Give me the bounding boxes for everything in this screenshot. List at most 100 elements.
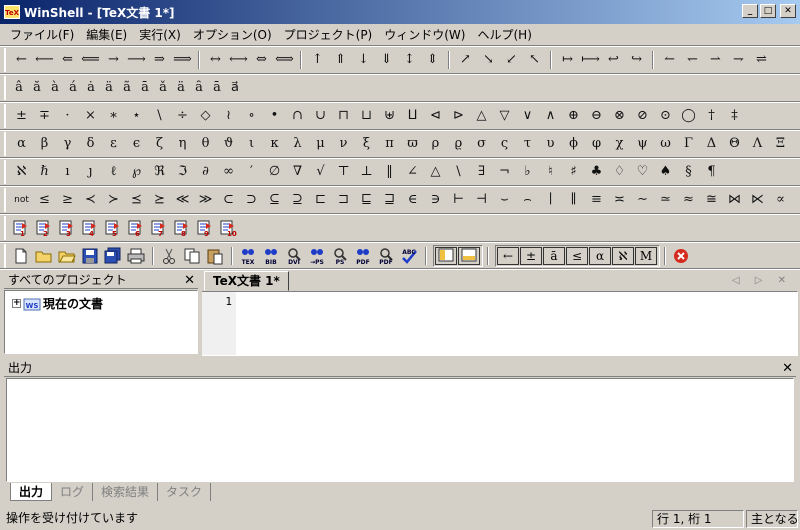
symbol-button[interactable]: ≀ xyxy=(217,106,240,126)
symbol-button[interactable]: ι xyxy=(240,134,263,154)
symbol-button[interactable]: ℵ xyxy=(10,162,33,182)
symbol-button[interactable]: ⟺ xyxy=(273,50,296,70)
symbol-button[interactable]: ♯ xyxy=(562,162,585,182)
symbol-button[interactable]: ∧ xyxy=(539,106,562,126)
symbol-button[interactable]: ψ xyxy=(631,134,654,154)
symbol-button[interactable]: · xyxy=(56,106,79,126)
symbol-toolbar-toggle[interactable]: ℵ xyxy=(612,247,634,265)
symbol-button[interactable]: ă xyxy=(28,78,46,98)
symbol-button[interactable]: ↕ xyxy=(398,50,421,70)
symbol-button[interactable]: ↗ xyxy=(454,50,477,70)
open-folder-icon[interactable] xyxy=(33,246,55,266)
symbol-button[interactable]: ∼ xyxy=(631,190,654,210)
symbol-button[interactable]: ℓ xyxy=(102,162,125,182)
symbol-button[interactable]: ⊐ xyxy=(332,190,355,210)
symbol-button[interactable]: ∋ xyxy=(424,190,447,210)
symbol-button[interactable]: ∣ xyxy=(539,190,562,210)
menu-window[interactable]: ウィンドウ(W) xyxy=(378,26,471,43)
symbol-button[interactable]: ↑ xyxy=(306,50,329,70)
symbol-button[interactable]: κ xyxy=(263,134,286,154)
run-command-icon[interactable]: 3 xyxy=(56,218,78,238)
symbol-button[interactable]: ∅ xyxy=(263,162,286,182)
project-panel-close-button[interactable]: ✕ xyxy=(184,272,195,289)
paste-icon[interactable] xyxy=(204,246,226,266)
symbol-button[interactable]: ǎ xyxy=(154,78,172,98)
symbol-button[interactable]: φ xyxy=(585,134,608,154)
symbol-button[interactable]: → xyxy=(102,50,125,70)
symbol-button[interactable]: ◇ xyxy=(194,106,217,126)
symbol-button[interactable]: Δ xyxy=(700,134,723,154)
copy-icon[interactable] xyxy=(181,246,203,266)
symbol-button[interactable]: ≅ xyxy=(700,190,723,210)
symbol-button[interactable]: ↪ xyxy=(625,50,648,70)
menu-file[interactable]: ファイル(F) xyxy=(4,26,80,43)
symbol-button[interactable]: θ xyxy=(194,134,217,154)
symbol-button[interactable]: ⟸ xyxy=(79,50,102,70)
symbol-button[interactable]: ♢ xyxy=(608,162,631,182)
symbol-button[interactable]: ≃ xyxy=(654,190,677,210)
symbol-button[interactable]: λ xyxy=(286,134,309,154)
symbol-button[interactable]: ≤ xyxy=(33,190,56,210)
symbol-button[interactable]: ↦ xyxy=(556,50,579,70)
symbol-button[interactable]: ∃ xyxy=(470,162,493,182)
symbol-button[interactable]: not xyxy=(10,190,33,210)
run-command-icon[interactable]: 5 xyxy=(102,218,124,238)
symbol-button[interactable]: ȃ xyxy=(190,78,208,98)
symbol-button[interactable]: \ xyxy=(447,162,470,182)
tab-navigation[interactable]: ◁ ▷ ✕ xyxy=(732,275,792,286)
symbol-button[interactable]: ȧ xyxy=(82,78,100,98)
symbol-button[interactable]: Γ xyxy=(677,134,700,154)
symbol-button[interactable]: ⟷ xyxy=(227,50,250,70)
symbol-button[interactable]: ⌢ xyxy=(516,190,539,210)
menu-run[interactable]: 実行(X) xyxy=(133,26,187,43)
project-tree-item[interactable]: + WS 現在の文書 xyxy=(12,295,103,312)
symbol-button[interactable]: ≪ xyxy=(171,190,194,210)
symbol-button[interactable]: ⊖ xyxy=(585,106,608,126)
symbol-button[interactable]: ⊲ xyxy=(424,106,447,126)
symbol-button[interactable]: ⊤ xyxy=(332,162,355,182)
output-panel-close-button[interactable]: ✕ xyxy=(782,360,793,377)
symbol-button[interactable]: ⊣ xyxy=(470,190,493,210)
minimize-button[interactable]: _ xyxy=(742,4,758,18)
save-icon[interactable] xyxy=(79,246,101,266)
symbol-button[interactable]: ⊢ xyxy=(447,190,470,210)
symbol-button[interactable]: ⇐ xyxy=(56,50,79,70)
symbol-button[interactable]: ′ xyxy=(240,162,263,182)
run-command-icon[interactable]: 8 xyxy=(171,218,193,238)
symbol-button[interactable]: ‡ xyxy=(723,106,746,126)
symbol-button[interactable]: ÷ xyxy=(171,106,194,126)
run-command-icon[interactable]: 6 xyxy=(125,218,147,238)
run-command-icon[interactable]: 9 xyxy=(194,218,216,238)
project-panel-toggle-icon[interactable] xyxy=(435,247,457,265)
symbol-button[interactable]: ‖ xyxy=(378,162,401,182)
new-file-icon[interactable] xyxy=(10,246,32,266)
expand-icon[interactable]: + xyxy=(12,299,21,308)
symbol-button[interactable]: χ xyxy=(608,134,631,154)
symbol-button[interactable]: √ xyxy=(309,162,332,182)
ps-view-icon[interactable]: PS xyxy=(329,246,351,266)
print-icon[interactable] xyxy=(125,246,147,266)
symbol-button[interactable]: ▽ xyxy=(493,106,516,126)
symbol-toolbar-toggle[interactable]: M xyxy=(635,247,657,265)
symbol-button[interactable]: † xyxy=(700,106,723,126)
symbol-button[interactable]: ≈ xyxy=(677,190,700,210)
symbol-button[interactable]: ⊘ xyxy=(631,106,654,126)
symbol-button[interactable]: ♣ xyxy=(585,162,608,182)
symbol-button[interactable]: ∝ xyxy=(769,190,792,210)
symbol-button[interactable]: ⟵ xyxy=(33,50,56,70)
symbol-button[interactable]: ± xyxy=(10,106,33,126)
symbol-button[interactable]: ω xyxy=(654,134,677,154)
run-command-icon[interactable]: 2 xyxy=(33,218,55,238)
symbol-button[interactable]: Θ xyxy=(723,134,746,154)
symbol-button[interactable]: ∂ xyxy=(194,162,217,182)
symbol-button[interactable]: ⊂ xyxy=(217,190,240,210)
symbol-button[interactable]: ȷ xyxy=(79,162,102,182)
symbol-button[interactable]: ϵ xyxy=(125,134,148,154)
tab-log[interactable]: ログ xyxy=(52,483,94,501)
document-tab[interactable]: TeX文書 1* xyxy=(204,271,289,291)
symbol-button[interactable]: ρ xyxy=(424,134,447,154)
symbol-button[interactable]: ⊗ xyxy=(608,106,631,126)
symbol-button[interactable]: ♭ xyxy=(516,162,539,182)
symbol-button[interactable]: ı xyxy=(56,162,79,182)
symbol-button[interactable]: × xyxy=(79,106,102,126)
